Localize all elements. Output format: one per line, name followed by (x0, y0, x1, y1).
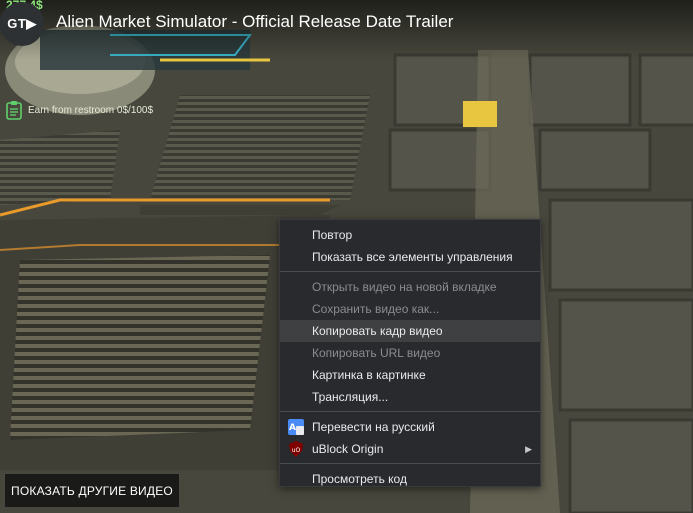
menu-item-label: Трансляция... (312, 390, 389, 404)
svg-text:uO: uO (292, 447, 301, 454)
menu-item-show-controls[interactable]: Показать все элементы управления (280, 246, 540, 268)
menu-item-label: uBlock Origin (312, 442, 384, 456)
hud-task-text: Earn from restroom 0$/100$ (28, 104, 154, 116)
more-videos-button[interactable]: ПОКАЗАТЬ ДРУГИЕ ВИДЕО (5, 474, 179, 507)
menu-item-label: Сохранить видео как... (312, 302, 440, 316)
menu-item-copy-video-frame[interactable]: Копировать кадр видео (280, 320, 540, 342)
menu-item-save-video-as: Сохранить видео как... (280, 298, 540, 320)
menu-item-cast[interactable]: Трансляция... (280, 386, 540, 408)
menu-separator (280, 411, 540, 412)
menu-item-label: Копировать кадр видео (312, 324, 443, 338)
channel-logo-text: GT▶ (7, 16, 37, 31)
video-title[interactable]: Alien Market Simulator - Official Releas… (56, 12, 453, 32)
google-translate-icon: A (288, 419, 304, 435)
menu-item-label: Копировать URL видео (312, 346, 441, 360)
menu-item-open-in-new-tab: Открыть видео на новой вкладке (280, 276, 540, 298)
menu-item-label: Перевести на русский (312, 420, 435, 434)
channel-avatar[interactable]: GT▶ (0, 2, 44, 46)
menu-item-translate[interactable]: A Перевести на русский (280, 416, 540, 438)
menu-item-label: Показать все элементы управления (312, 250, 513, 264)
ublock-origin-icon: uO (289, 441, 303, 457)
hud-task: Earn from restroom 0$/100$ (6, 100, 153, 120)
submenu-arrow-icon: ▶ (525, 444, 532, 454)
menu-item-label: Картинка в картинке (312, 368, 426, 382)
menu-item-inspect[interactable]: Просмотреть код (280, 468, 540, 490)
menu-item-label: Открыть видео на новой вкладке (312, 280, 497, 294)
menu-item-loop[interactable]: Повтор (280, 224, 540, 246)
menu-item-ublock-origin[interactable]: uO uBlock Origin ▶ (280, 438, 540, 460)
menu-item-copy-video-url: Копировать URL видео (280, 342, 540, 364)
menu-item-label: Повтор (312, 228, 353, 242)
svg-text:A: A (289, 423, 296, 433)
clipboard-icon (6, 101, 22, 120)
menu-separator (280, 271, 540, 272)
menu-separator (280, 463, 540, 464)
menu-item-picture-in-picture[interactable]: Картинка в картинке (280, 364, 540, 386)
menu-item-label: Просмотреть код (312, 472, 407, 486)
context-menu: Повтор Показать все элементы управления … (279, 219, 541, 487)
